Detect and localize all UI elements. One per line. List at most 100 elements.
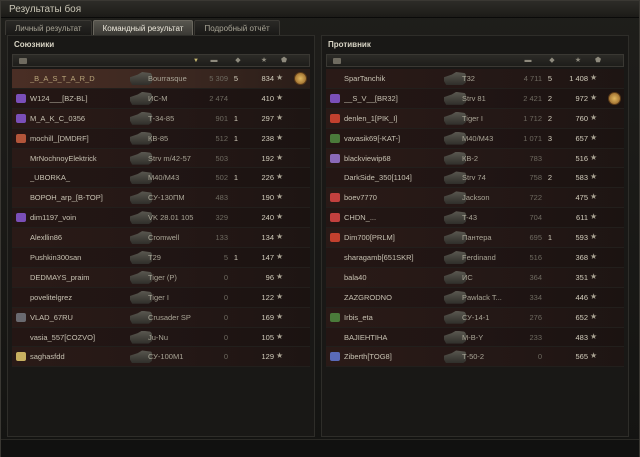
player-row[interactable]: sharagamb[651SKR] Ferdinand 516 368 ★ <box>326 248 624 268</box>
xp-star-icon: ★ <box>276 291 284 301</box>
xp-star-icon: ★ <box>590 132 598 142</box>
damage-value: 133 <box>215 233 228 243</box>
clan-emblem-icon <box>330 352 340 362</box>
medal-icon[interactable] <box>294 72 307 85</box>
xp-value: 297 <box>261 113 274 123</box>
player-row[interactable]: BAJIEHTIHA M-B-Y 233 483 ★ <box>326 327 624 348</box>
xp-star-icon: ★ <box>590 232 598 242</box>
xp-star-icon: ★ <box>590 271 598 281</box>
damage-column-icon[interactable]: ▬ <box>523 57 533 65</box>
player-row[interactable]: Alexllin86 Cromwell 133 134 ★ <box>12 228 310 249</box>
player-row[interactable]: vasia_557[COZVO] Ju-Nu 0 105 ★ <box>12 327 310 348</box>
player-row[interactable]: mochill_[DMDRF] КВ-85 512 1 238 ★ <box>12 128 310 149</box>
kills-value: 2 <box>547 113 553 123</box>
player-name: M_A_K_C_0356 <box>30 113 86 123</box>
damage-value: 901 <box>215 113 228 123</box>
xp-star-icon: ★ <box>276 232 284 242</box>
kills-column-icon[interactable]: ◆ <box>233 57 243 65</box>
player-row[interactable]: dim1197_voin VK 28.01 105 329 240 ★ <box>12 208 310 229</box>
player-row[interactable]: M_A_K_C_0356 Т-34-85 901 1 297 ★ <box>12 108 310 129</box>
clan-emblem-icon <box>16 333 26 342</box>
player-row[interactable]: vavasik69[-KAT-] M40/M43 1 071 3 657 ★ <box>326 128 624 149</box>
player-name: CHDN_... <box>344 213 377 223</box>
xp-value: 565 <box>575 352 588 362</box>
kills-column-icon[interactable]: ◆ <box>547 57 557 65</box>
tab-personal-result[interactable]: Личный результат <box>5 20 92 35</box>
player-row[interactable]: CHDN_... T-43 704 611 ★ <box>326 208 624 229</box>
player-row[interactable]: SparTanchik T32 4 711 5 1 408 ★ <box>326 69 624 89</box>
xp-star-icon: ★ <box>276 73 284 82</box>
xp-star-icon: ★ <box>276 311 284 321</box>
kills-value: 1 <box>233 253 239 263</box>
damage-value: 0 <box>223 292 228 302</box>
player-row[interactable]: ZAZGRODNO Pawlack T... 334 446 ★ <box>326 287 624 308</box>
damage-value: 695 <box>529 233 542 243</box>
player-row[interactable]: W124___[BZ-BL] ИС-М 2 474 410 ★ <box>12 88 310 109</box>
xp-value: 192 <box>261 153 274 163</box>
xp-value: 190 <box>261 193 274 203</box>
player-row[interactable]: boev7770 Jackson 722 475 ★ <box>326 188 624 209</box>
xp-value: 583 <box>575 173 588 183</box>
xp-star-icon: ★ <box>590 73 598 82</box>
tab-team-result[interactable]: Командный результат <box>92 20 194 35</box>
kills-value: 1 <box>233 133 239 143</box>
medal-icon[interactable] <box>608 91 621 105</box>
player-row[interactable]: povelitelgrez Tiger I 0 122 ★ <box>12 287 310 308</box>
player-row[interactable]: blackviewip68 КВ-2 783 516 ★ <box>326 148 624 169</box>
xp-column-icon[interactable]: ★ <box>259 57 269 65</box>
title-bar[interactable]: Результаты боя <box>1 1 639 18</box>
xp-star-icon: ★ <box>590 112 598 122</box>
kills-value: 1 <box>547 233 553 243</box>
damage-value: 0 <box>223 352 228 362</box>
tab-detailed-report[interactable]: Подробный отчёт <box>194 20 280 35</box>
player-row[interactable]: MrNochnoyElektrick Strv m/42-57 503 192 ★ <box>12 148 310 169</box>
player-name: blackviewip68 <box>344 153 391 163</box>
xp-value: 129 <box>261 352 274 362</box>
player-row[interactable]: ВОРОН_arp_[B-TOP] СУ-130ПМ 483 190 ★ <box>12 188 310 209</box>
star-column-icon[interactable]: ⬟ <box>279 57 289 65</box>
sort-arrow-icon[interactable]: ▼ <box>191 57 201 65</box>
player-name: _UBORKA_ <box>30 173 71 183</box>
damage-value: 516 <box>529 253 542 263</box>
player-row[interactable]: saghasfdd СУ-100М1 0 129 ★ <box>12 347 310 368</box>
bottom-bar <box>1 439 639 457</box>
xp-star-icon: ★ <box>276 152 284 162</box>
battle-results-window: Результаты боя Личный результат Командны… <box>0 0 640 457</box>
xp-value: 657 <box>575 133 588 143</box>
clan-emblem-icon <box>16 74 26 83</box>
allies-column-header: ▼ ▬ ◆ ★ ⬟ <box>12 54 310 67</box>
chat-icon[interactable] <box>333 58 341 64</box>
player-row[interactable]: Pushkin300san T29 5 1 147 ★ <box>12 248 310 268</box>
allies-list: _B_A_S_T_A_R_D Bourrasque 5 309 5 834 ★ W124__… <box>12 69 310 368</box>
player-row[interactable]: Irbis_eta СУ-14-1 276 652 ★ <box>326 307 624 328</box>
player-name: denlen_1[PIK_I] <box>344 113 398 123</box>
player-name: ВОРОН_arp_[B-TOP] <box>30 193 103 203</box>
player-row[interactable]: VLAD_67RU Crusader SP 0 169 ★ <box>12 307 310 328</box>
player-row[interactable]: bala40 ИС 364 351 ★ <box>326 267 624 288</box>
player-row[interactable]: __S_V__[BR32] Strv 81 2 421 2 972 ★ <box>326 88 624 109</box>
player-name: W124___[BZ-BL] <box>30 93 88 103</box>
chat-icon[interactable] <box>19 58 27 64</box>
enemies-list: SparTanchik T32 4 711 5 1 408 ★ __S_V__[BR32] S… <box>326 69 624 368</box>
kills-value: 5 <box>233 74 239 83</box>
player-row[interactable]: _UBORKA_ M40/M43 502 1 226 ★ <box>12 168 310 189</box>
player-row[interactable]: Dim700[PRLM] Пантера 695 1 593 ★ <box>326 228 624 249</box>
xp-column-icon[interactable]: ★ <box>573 57 583 65</box>
damage-value: 334 <box>529 292 542 302</box>
player-name: boev7770 <box>344 193 377 203</box>
player-name: dim1197_voin <box>30 213 77 223</box>
clan-emblem-icon <box>330 113 340 123</box>
player-row[interactable]: Ziberth[TOG8] Т-50-2 0 565 ★ <box>326 347 624 368</box>
clan-emblem-icon <box>16 113 26 123</box>
player-row[interactable]: DEDMAYS_praim Tiger (P) 0 96 ★ <box>12 267 310 288</box>
kills-value: 1 <box>233 113 239 123</box>
star-column-icon[interactable]: ⬟ <box>593 57 603 65</box>
damage-column-icon[interactable]: ▬ <box>209 57 219 65</box>
player-row[interactable]: DarkSide_350[1104] Strv 74 758 2 583 ★ <box>326 168 624 189</box>
xp-star-icon: ★ <box>276 132 284 142</box>
player-row[interactable]: _B_A_S_T_A_R_D Bourrasque 5 309 5 834 ★ <box>12 69 310 89</box>
damage-value: 5 309 <box>209 74 228 83</box>
xp-value: 122 <box>261 292 274 302</box>
player-row[interactable]: denlen_1[PIK_I] Tiger I1 712 2 760 ★ <box>326 108 624 129</box>
xp-value: 475 <box>575 193 588 203</box>
